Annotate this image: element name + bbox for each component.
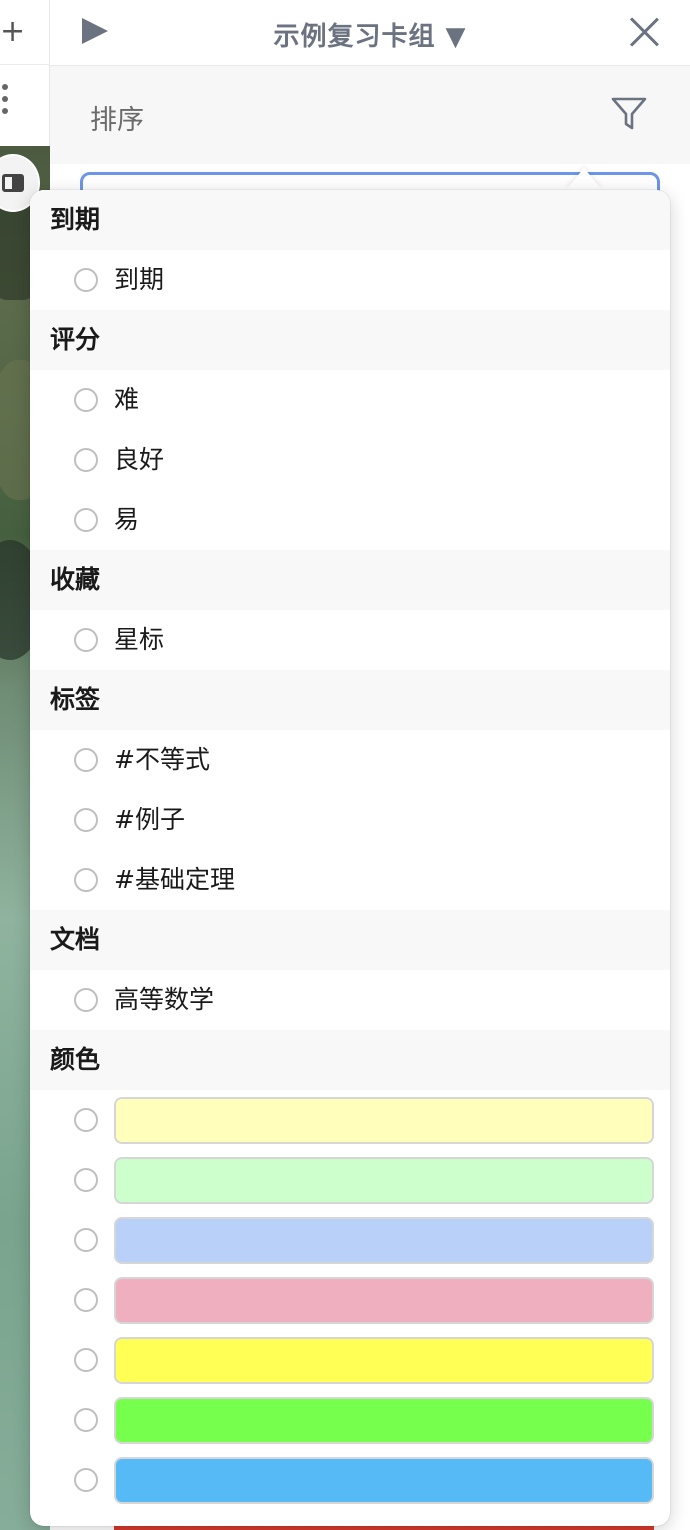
radio-button[interactable] [74, 988, 98, 1012]
dropdown-caret [566, 168, 602, 190]
option-label: 良好 [114, 445, 165, 474]
option-label: #基础定理 [114, 865, 235, 894]
color-option[interactable] [30, 1150, 670, 1210]
filter-option[interactable]: #例子 [30, 790, 670, 850]
filter-option[interactable]: 良好 [30, 430, 670, 490]
filter-option[interactable]: 高等数学 [30, 970, 670, 1030]
option-label: #不等式 [114, 745, 210, 774]
filter-option[interactable]: #基础定理 [30, 850, 670, 910]
color-swatch [114, 1157, 654, 1204]
radio-button[interactable] [74, 268, 98, 292]
group-title: 收藏 [30, 550, 670, 610]
option-label: 到期 [114, 265, 165, 294]
color-option[interactable] [30, 1330, 670, 1390]
option-label: 难 [114, 385, 140, 414]
radio-button[interactable] [74, 1348, 98, 1372]
color-swatch [114, 1457, 654, 1504]
sidebar-toggle-icon [2, 174, 24, 192]
radio-button[interactable] [74, 868, 98, 892]
radio-button[interactable] [74, 1468, 98, 1492]
left-toolbar: + [0, 0, 50, 146]
option-label: 易 [114, 505, 140, 534]
color-option[interactable] [30, 1390, 670, 1450]
color-option[interactable] [30, 1210, 670, 1270]
radio-button[interactable] [74, 448, 98, 472]
filter-option[interactable]: 到期 [30, 250, 670, 310]
group-title: 文档 [30, 910, 670, 970]
radio-button[interactable] [74, 1408, 98, 1432]
deck-title[interactable]: 示例复习卡组 ▼ [50, 16, 690, 53]
radio-button[interactable] [74, 1288, 98, 1312]
color-option[interactable] [30, 1090, 670, 1150]
group-title: 标签 [30, 670, 670, 730]
radio-button[interactable] [74, 388, 98, 412]
option-label: 高等数学 [114, 985, 215, 1014]
group-title: 到期 [30, 190, 670, 250]
close-icon[interactable] [628, 16, 660, 48]
filter-option[interactable]: 易 [30, 490, 670, 550]
radio-button[interactable] [74, 748, 98, 772]
radio-button[interactable] [74, 808, 98, 832]
color-option[interactable] [30, 1270, 670, 1330]
filter-icon[interactable] [610, 96, 648, 132]
color-option[interactable] [30, 1450, 670, 1510]
color-swatch [114, 1397, 654, 1444]
filter-option[interactable]: #不等式 [30, 730, 670, 790]
filter-option[interactable]: 难 [30, 370, 670, 430]
color-swatch [114, 1097, 654, 1144]
group-title-colors: 颜色 [30, 1030, 670, 1090]
option-label: 星标 [114, 625, 165, 654]
filter-option[interactable]: 星标 [30, 610, 670, 670]
sort-bar: 排序 [50, 66, 690, 164]
option-label: #例子 [114, 805, 185, 834]
filter-dropdown: 到期 到期 评分难良好易收藏 星标 标签 #不等式 #例子 #基础定理 文档 高等数学 颜色 [30, 190, 670, 1526]
radio-button[interactable] [74, 628, 98, 652]
group-title: 评分 [30, 310, 670, 370]
radio-button[interactable] [74, 1108, 98, 1132]
plus-icon[interactable]: + [0, 12, 25, 52]
radio-button[interactable] [74, 1228, 98, 1252]
color-swatch [114, 1217, 654, 1264]
more-vertical-icon[interactable] [0, 84, 14, 124]
radio-button[interactable] [74, 508, 98, 532]
panel-header: 示例复习卡组 ▼ [50, 0, 690, 66]
color-swatch [114, 1337, 654, 1384]
radio-button[interactable] [74, 1168, 98, 1192]
color-swatch [114, 1277, 654, 1324]
sort-label[interactable]: 排序 [90, 98, 144, 137]
